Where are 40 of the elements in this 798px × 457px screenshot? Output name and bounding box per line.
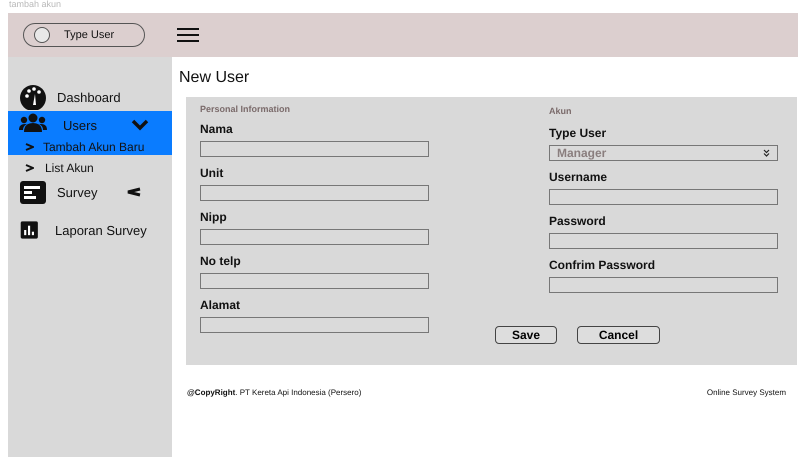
input-field[interactable] xyxy=(200,185,429,201)
toggle-knob[interactable] xyxy=(34,27,50,43)
field-label: No telp xyxy=(200,254,242,268)
section-title: Personal Information xyxy=(200,104,292,116)
sidebar-item[interactable]: Survey xyxy=(8,178,172,206)
input-field[interactable] xyxy=(200,229,429,245)
type-user-toggle[interactable]: Type User xyxy=(23,23,145,47)
field-label: Password xyxy=(549,214,607,228)
field-label: Nama xyxy=(200,122,234,136)
page-title: New User xyxy=(179,69,250,88)
copyright-text: @CopyRight. PT Kereta Api Indonesia (Persero) xyxy=(187,388,362,397)
sidebar-item[interactable]: Laporan Survey xyxy=(8,216,172,244)
menu-icon xyxy=(177,28,199,42)
input-field[interactable] xyxy=(549,233,778,249)
field-label: Type User xyxy=(549,126,608,140)
sidebar-subitem[interactable]: List Akun xyxy=(8,160,172,176)
app-name: Online Survey System xyxy=(706,388,786,397)
input-field[interactable] xyxy=(200,273,429,289)
page-label: tambah akun xyxy=(8,0,62,11)
section-title: Akun xyxy=(549,106,572,118)
field-label: Alamat xyxy=(200,298,242,312)
field-label: Username xyxy=(549,170,608,184)
sidebar-item[interactable]: Dashboard xyxy=(8,83,172,111)
chevron-down-icon xyxy=(763,149,770,157)
toggle-label: Type User xyxy=(64,29,114,41)
field-label: Confrim Password xyxy=(549,258,656,272)
field-label: Nipp xyxy=(200,210,228,224)
input-field[interactable] xyxy=(549,189,778,205)
sidebar-item[interactable]: Users xyxy=(8,111,172,139)
input-field[interactable] xyxy=(200,141,429,157)
chevron-right-icon xyxy=(25,143,34,151)
input-field[interactable] xyxy=(549,277,778,293)
form-button[interactable]: Cancel xyxy=(577,326,660,344)
gauge-icon xyxy=(19,84,47,110)
sidebar-subitem[interactable]: Tambah Akun Baru xyxy=(8,139,172,155)
input-field[interactable] xyxy=(200,317,429,333)
chevron-right-icon xyxy=(25,164,34,172)
field-label: Unit xyxy=(200,166,224,180)
form-button[interactable]: Save xyxy=(495,326,557,344)
form-icon xyxy=(19,179,47,205)
